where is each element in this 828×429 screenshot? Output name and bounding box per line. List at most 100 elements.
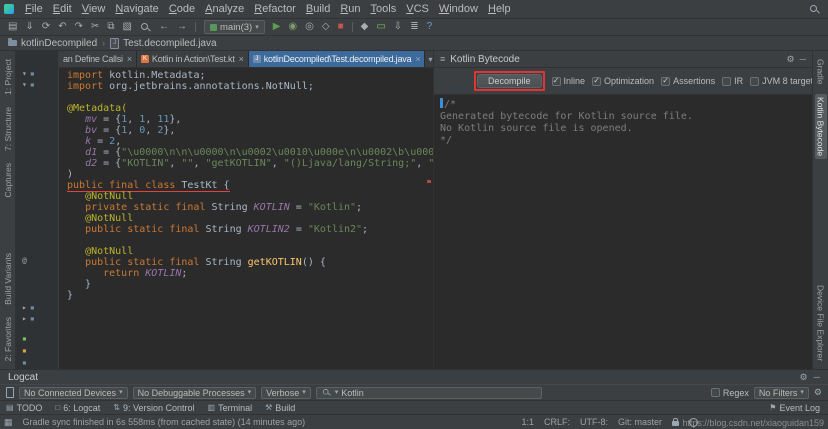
checkbox-optimization[interactable]: ✓: [592, 76, 602, 86]
option-assertions[interactable]: ✓ Assertions: [661, 76, 715, 86]
log-level-select[interactable]: Verbose ▾: [261, 386, 311, 399]
highlighting-level-icon[interactable]: [689, 417, 698, 427]
processes-select[interactable]: No Debuggable Processes ▾: [132, 386, 257, 399]
run-config-select[interactable]: main(3) ▾: [204, 20, 265, 34]
logcat-settings-gear-icon[interactable]: ⚙: [800, 372, 808, 382]
run-icon[interactable]: ▶: [273, 22, 281, 32]
menu-vcs[interactable]: VCS: [401, 3, 434, 15]
option-optimization[interactable]: ✓ Optimization: [592, 76, 654, 86]
paste-icon[interactable]: ▧: [123, 22, 132, 32]
sync-icon[interactable]: ⟳: [42, 22, 50, 32]
profiler-icon[interactable]: ◇: [322, 22, 330, 32]
toolwindow-button-kotlin-bytecode[interactable]: Kotlin Bytecode: [814, 93, 827, 159]
status-crlf[interactable]: CRLF:: [544, 417, 570, 427]
coverage-icon[interactable]: ◎: [305, 22, 314, 32]
toolwindow-button-gradle[interactable]: Gradle: [815, 56, 827, 88]
tab-close-icon[interactable]: ×: [415, 54, 420, 64]
fold-arrow-icon[interactable]: ▾: [22, 70, 27, 78]
option-ir[interactable]: IR: [722, 76, 743, 86]
copy-icon[interactable]: ⧉: [107, 22, 114, 32]
menu-tools[interactable]: Tools: [366, 3, 402, 15]
status-utf-8[interactable]: UTF-8:: [580, 417, 608, 427]
toolwindow-button-7-structure[interactable]: 7: Structure: [2, 104, 14, 154]
panel-menu-icon[interactable]: ≡: [440, 54, 445, 64]
logcat-title[interactable]: Logcat: [8, 372, 38, 383]
project-panel-sliver[interactable]: ▾ ▪ ▾ ▪ @ ▸ ▪ ▸ ▪ ▪ ▪ ▪: [16, 51, 59, 369]
toolwindow-switcher-icon[interactable]: ▦: [4, 417, 13, 427]
back-icon[interactable]: ←: [159, 22, 169, 32]
editor-tab-an-define-callsi[interactable]: an Define Callsi ×: [59, 51, 137, 67]
save-all-icon[interactable]: ⇓: [25, 22, 33, 32]
menu-window[interactable]: Window: [434, 3, 483, 15]
debug-icon[interactable]: ◉: [288, 22, 297, 32]
checkbox-ir[interactable]: [722, 76, 732, 86]
code-editor[interactable]: import kotlin.Metadata; import org.jetbra…: [59, 68, 433, 369]
project-structure-icon[interactable]: ≣: [410, 22, 418, 32]
tab-close-icon[interactable]: ×: [239, 54, 244, 64]
decompile-button[interactable]: Decompile: [477, 74, 542, 88]
open-icon[interactable]: ▤: [8, 22, 17, 32]
avd-manager-icon[interactable]: ▭: [376, 22, 385, 32]
tabs-list-icon[interactable]: ▾: [425, 55, 433, 64]
tab-close-icon[interactable]: ×: [127, 54, 132, 64]
logcat-hide-icon[interactable]: ─: [814, 372, 820, 382]
gradle-sync-icon[interactable]: ◆: [361, 22, 369, 32]
toolwindow-tab-terminal[interactable]: ▥ Terminal: [208, 403, 253, 413]
toolwindow-tab-todo[interactable]: ▤ TODO: [6, 403, 42, 413]
menu-analyze[interactable]: Analyze: [200, 3, 249, 15]
toolwindow-button-device-file-explorer[interactable]: Device File Explorer: [815, 282, 827, 364]
forward-icon[interactable]: →: [177, 22, 187, 32]
filters-select[interactable]: No Filters ▾: [753, 386, 809, 399]
breadcrumb-item-test-decompiled-java[interactable]: J Test.decompiled.java: [110, 37, 217, 49]
regex-option[interactable]: Regex: [710, 388, 749, 398]
undo-icon[interactable]: ↶: [58, 22, 66, 32]
menu-build[interactable]: Build: [301, 3, 335, 15]
menu-file[interactable]: File: [20, 3, 48, 15]
bytecode-output[interactable]: /* Generated bytecode for Kotlin source f…: [434, 95, 812, 369]
logcat-search-input[interactable]: ▾ Kotlin: [315, 386, 542, 399]
tree-expand-icon[interactable]: ▸: [22, 304, 27, 312]
find-icon[interactable]: [140, 22, 151, 33]
toolwindow-button-1-project[interactable]: 1: Project: [2, 56, 14, 98]
menu-refactor[interactable]: Refactor: [249, 3, 301, 15]
search-everywhere-icon[interactable]: [809, 4, 820, 15]
toolwindow-button-captures[interactable]: Captures: [2, 160, 14, 201]
menu-help[interactable]: Help: [483, 3, 516, 15]
error-stripe-mark[interactable]: [427, 180, 431, 183]
status-message[interactable]: Gradle sync finished in 6s 558ms (from c…: [23, 417, 306, 427]
toolwindow-button-build-variants[interactable]: Build Variants: [2, 250, 14, 308]
stop-icon[interactable]: ■: [338, 22, 344, 32]
cut-icon[interactable]: ✂: [91, 22, 99, 32]
devices-select[interactable]: No Connected Devices ▾: [19, 386, 128, 399]
toolwindow-tab-event-log[interactable]: ⚑ Event Log: [769, 403, 820, 413]
toolwindow-tab-9-version-control[interactable]: ⇅ 9: Version Control: [113, 403, 194, 413]
menu-view[interactable]: View: [77, 3, 111, 15]
option-jvm-8-target[interactable]: JVM 8 target: [750, 76, 812, 86]
regex-checkbox[interactable]: [710, 388, 720, 397]
sdk-manager-icon[interactable]: ⇩: [394, 22, 402, 32]
status-git-master[interactable]: Git: master: [618, 417, 662, 427]
status-1-1[interactable]: 1:1: [521, 417, 534, 427]
lock-icon[interactable]: [672, 417, 679, 426]
logcat-config-gear-icon[interactable]: ⚙: [814, 388, 822, 397]
toolwindow-button-2-favorites[interactable]: 2: Favorites: [2, 314, 14, 364]
menu-run[interactable]: Run: [335, 3, 365, 15]
toolwindow-tab-6-logcat[interactable]: □ 6: Logcat: [55, 403, 100, 413]
checkbox-jvm-8-target[interactable]: [750, 76, 760, 86]
checkbox-assertions[interactable]: ✓: [661, 76, 671, 86]
checkbox-inline[interactable]: ✓: [551, 76, 561, 86]
menu-edit[interactable]: Edit: [48, 3, 77, 15]
option-inline[interactable]: ✓ Inline: [551, 76, 585, 86]
editor-tab-kotlindecompiled-test-decompiled-java[interactable]: JkotlinDecompiled\Test.decompiled.java ×: [248, 51, 426, 67]
toolwindow-tab-build[interactable]: ⚒ Build: [265, 403, 295, 413]
redo-icon[interactable]: ↷: [75, 22, 83, 32]
editor-tab-kotlin-in-action-test-kt[interactable]: K Kotlin in Action\Test.kt ×: [137, 51, 249, 67]
fold-arrow-icon[interactable]: ▾: [22, 81, 27, 89]
breadcrumb-item-kotlindecompiled[interactable]: kotlinDecompiled: [8, 38, 97, 49]
tree-expand-icon[interactable]: ▸: [22, 315, 27, 323]
panel-settings-gear-icon[interactable]: ⚙: [787, 54, 795, 64]
help-icon[interactable]: ?: [427, 22, 433, 32]
menu-code[interactable]: Code: [164, 3, 200, 15]
menu-navigate[interactable]: Navigate: [110, 3, 163, 15]
panel-hide-icon[interactable]: ─: [800, 54, 806, 64]
